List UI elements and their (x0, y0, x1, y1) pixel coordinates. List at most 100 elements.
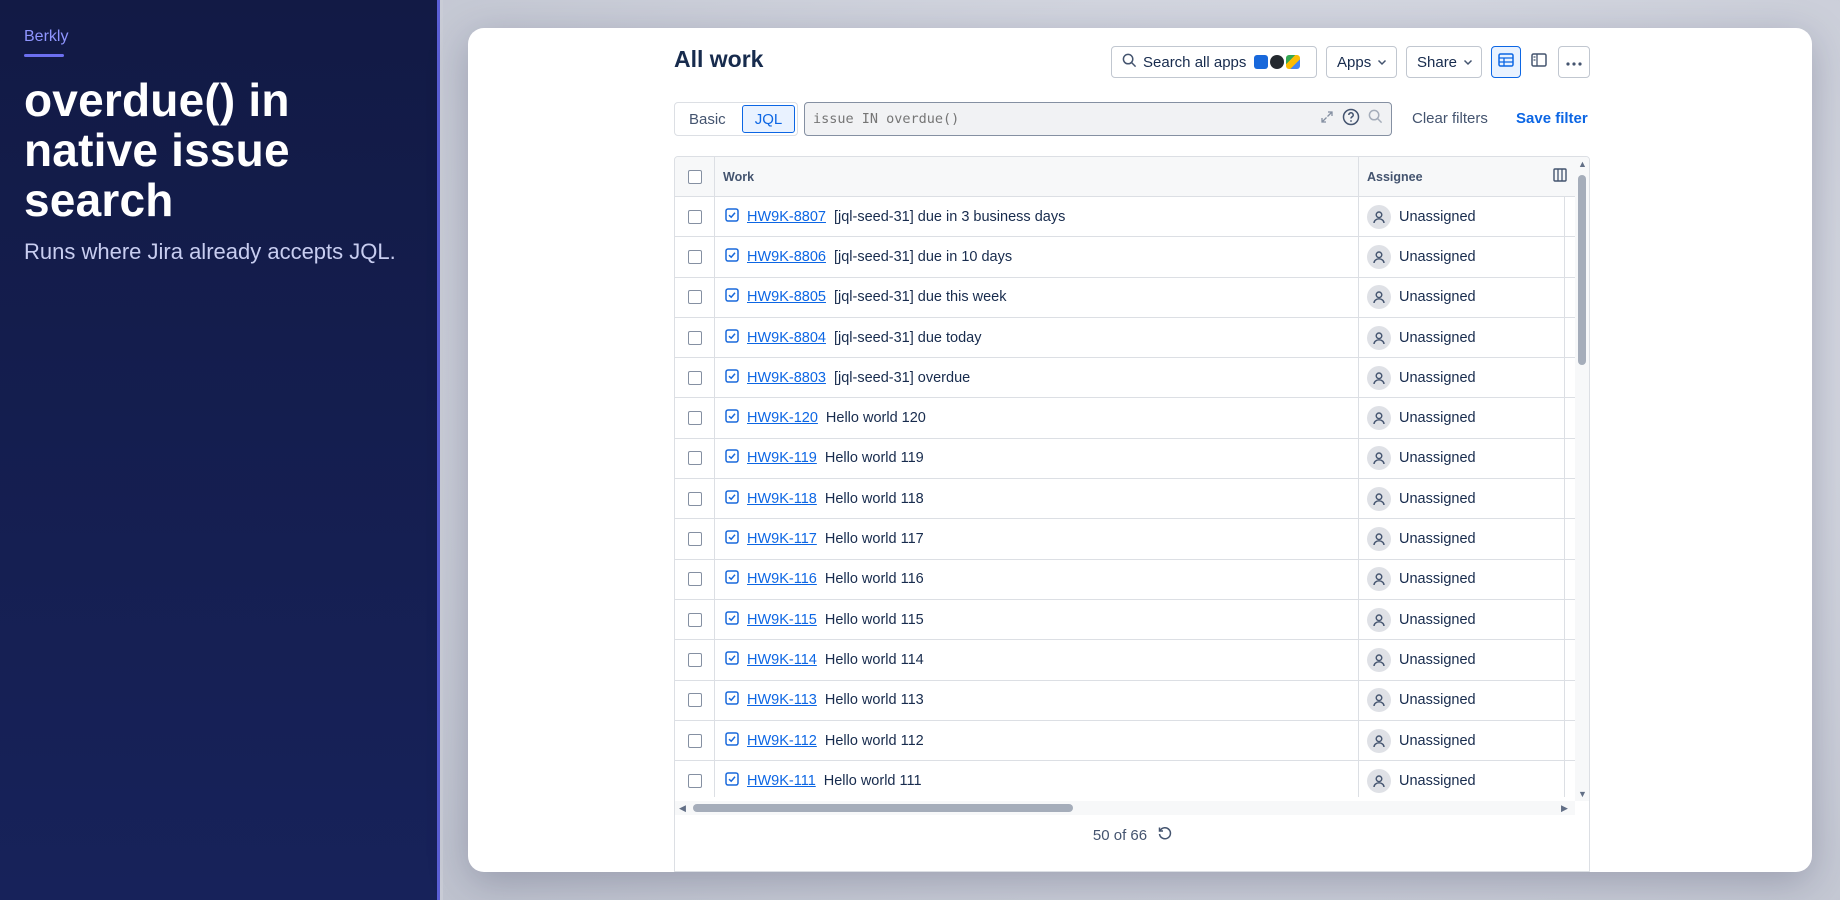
row-checkbox[interactable] (687, 411, 702, 426)
table-row[interactable]: HW9K-116 Hello world 116 Unassigned (675, 559, 1575, 600)
detail-view-button[interactable] (1524, 46, 1554, 78)
share-button[interactable]: Share (1406, 46, 1482, 78)
issue-key-link[interactable]: HW9K-8807 (747, 209, 826, 225)
table-row[interactable]: HW9K-117 Hello world 117 Unassigned (675, 519, 1575, 560)
work-cell: HW9K-112 Hello world 112 (715, 720, 1359, 761)
jql-mode-button[interactable]: JQL (741, 105, 796, 133)
table-row[interactable]: HW9K-115 Hello world 115 Unassigned (675, 599, 1575, 641)
vertical-scroll-thumb[interactable] (1578, 175, 1586, 365)
basic-mode-button[interactable]: Basic (677, 105, 738, 133)
list-view-button[interactable] (1491, 46, 1521, 78)
row-checkbox[interactable] (687, 612, 702, 627)
row-checkbox[interactable] (687, 693, 702, 708)
select-all-checkbox[interactable] (687, 169, 702, 184)
assignee-name: Unassigned (1399, 571, 1476, 588)
table-row[interactable]: HW9K-118 Hello world 118 Unassigned (675, 479, 1575, 520)
table-row[interactable]: HW9K-8803 [jql-seed-31] overdue Unassigned (675, 358, 1575, 399)
expand-icon[interactable] (1320, 110, 1334, 129)
table-row[interactable]: HW9K-8807 [jql-seed-31] due in 3 business… (675, 197, 1575, 238)
issue-key-link[interactable]: HW9K-111 (747, 773, 816, 789)
table-row[interactable]: HW9K-114 Hello world 114 Unassigned (675, 640, 1575, 681)
jql-search-field[interactable] (804, 102, 1392, 136)
issue-key-link[interactable]: HW9K-8805 (747, 289, 826, 305)
assignee-cell[interactable]: Unassigned (1359, 559, 1565, 599)
table-row[interactable]: HW9K-111 Hello world 111 Unassigned (675, 761, 1575, 797)
assignee-cell[interactable]: Unassigned (1359, 761, 1565, 797)
more-actions-button[interactable] (1558, 46, 1590, 78)
issue-key-link[interactable]: HW9K-116 (747, 571, 817, 587)
issue-key-link[interactable]: HW9K-113 (747, 692, 817, 708)
row-checkbox[interactable] (687, 451, 702, 466)
table-row[interactable]: HW9K-120 Hello world 120 Unassigned (675, 398, 1575, 439)
clear-filters-button[interactable]: Clear filters (1412, 110, 1488, 127)
issue-key-link[interactable]: HW9K-115 (747, 612, 817, 628)
scroll-right-arrow-icon[interactable]: ▶ (1561, 803, 1568, 814)
help-icon[interactable] (1342, 108, 1360, 131)
assignee-cell[interactable]: Unassigned (1359, 519, 1565, 559)
assignee-cell[interactable]: Unassigned (1359, 640, 1565, 680)
app-icons (1254, 55, 1301, 69)
assignee-cell[interactable]: Unassigned (1359, 479, 1565, 519)
assignee-cell[interactable]: Unassigned (1359, 599, 1565, 640)
issue-summary: Hello world 120 (825, 410, 926, 427)
assignee-cell[interactable]: Unassigned (1359, 358, 1565, 398)
row-checkbox-cell (675, 197, 715, 237)
jql-input[interactable] (813, 111, 1320, 127)
row-checkbox[interactable] (687, 652, 702, 667)
refresh-icon[interactable] (1157, 825, 1173, 845)
jql-input-actions (1320, 108, 1383, 131)
table-row[interactable]: HW9K-113 Hello world 113 Unassigned (675, 680, 1575, 721)
assignee-cell[interactable]: Unassigned (1359, 720, 1565, 761)
assignee-cell[interactable]: Unassigned (1359, 277, 1565, 317)
avatar (1367, 204, 1391, 229)
table-row[interactable]: HW9K-8805 [jql-seed-31] due this week Unas… (675, 277, 1575, 318)
horizontal-scrollbar[interactable]: ◀ ▶ (675, 801, 1575, 815)
assignee-name: Unassigned (1399, 651, 1476, 668)
user-icon (1373, 775, 1385, 787)
assignee-cell[interactable]: Unassigned (1359, 237, 1565, 277)
issue-key-link[interactable]: HW9K-118 (747, 491, 817, 507)
row-checkbox[interactable] (687, 209, 702, 224)
issue-key-link[interactable]: HW9K-8806 (747, 249, 826, 265)
row-checkbox[interactable] (687, 491, 702, 506)
assignee-cell[interactable]: Unassigned (1359, 317, 1565, 358)
issue-key-link[interactable]: HW9K-119 (747, 450, 817, 466)
issue-key-link[interactable]: HW9K-112 (747, 733, 817, 749)
row-checkbox[interactable] (687, 733, 702, 748)
save-filter-button[interactable]: Save filter (1516, 110, 1588, 127)
work-column-header[interactable]: Work (715, 157, 1359, 197)
assignee-cell[interactable]: Unassigned (1359, 680, 1565, 720)
row-checkbox[interactable] (687, 572, 702, 587)
table-row[interactable]: HW9K-8804 [jql-seed-31] due today Unassign… (675, 317, 1575, 359)
assignee-cell[interactable]: Unassigned (1359, 197, 1565, 237)
chevron-down-icon (1377, 54, 1387, 71)
search-all-apps-button[interactable]: Search all apps (1111, 46, 1317, 78)
issue-key-link[interactable]: HW9K-8804 (747, 330, 826, 346)
row-checkbox[interactable] (687, 370, 702, 385)
row-checkbox[interactable] (687, 532, 702, 547)
row-checkbox[interactable] (687, 330, 702, 345)
row-checkbox[interactable] (687, 773, 702, 788)
scroll-up-arrow-icon[interactable]: ▲ (1578, 159, 1587, 169)
row-checkbox[interactable] (687, 290, 702, 305)
apps-button[interactable]: Apps (1326, 46, 1397, 78)
table-row[interactable]: HW9K-8806 [jql-seed-31] due in 10 days Una… (675, 237, 1575, 278)
vertical-scrollbar[interactable]: ▲ ▼ (1575, 157, 1589, 801)
assignee-cell[interactable]: Unassigned (1359, 398, 1565, 438)
issue-key-link[interactable]: HW9K-120 (747, 410, 818, 426)
table-row[interactable]: HW9K-112 Hello world 112 Unassigned (675, 720, 1575, 762)
issue-key-link[interactable]: HW9K-8803 (747, 370, 826, 386)
column-picker-icon[interactable] (1553, 168, 1567, 185)
table-row[interactable]: HW9K-119 Hello world 119 Unassigned (675, 438, 1575, 480)
assignee-cell[interactable]: Unassigned (1359, 438, 1565, 479)
issue-key-link[interactable]: HW9K-117 (747, 531, 817, 547)
scroll-down-arrow-icon[interactable]: ▼ (1578, 789, 1587, 799)
app-window: All work Search all apps Apps Share Basi… (468, 28, 1812, 872)
horizontal-scroll-thumb[interactable] (693, 804, 1073, 812)
assignee-column-header[interactable]: Assignee (1359, 168, 1575, 185)
task-type-icon (725, 369, 739, 387)
row-checkbox[interactable] (687, 249, 702, 264)
issue-key-link[interactable]: HW9K-114 (747, 652, 817, 668)
search-icon[interactable] (1368, 109, 1383, 129)
scroll-left-arrow-icon[interactable]: ◀ (679, 803, 686, 814)
